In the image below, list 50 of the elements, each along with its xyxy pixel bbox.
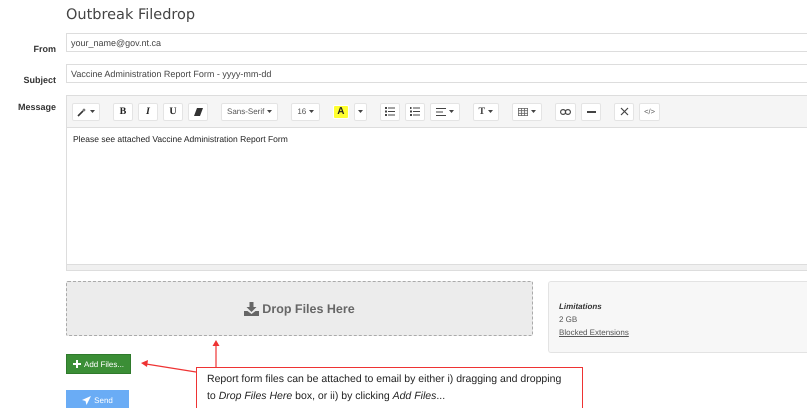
caret-icon (90, 110, 95, 113)
limitations-heading: Limitations (559, 301, 603, 313)
field-label: From (32, 44, 56, 54)
link-button[interactable] (555, 102, 576, 120)
arrow (212, 340, 220, 367)
align-dropdown[interactable] (430, 102, 460, 120)
input-field[interactable]: Vaccine Administration Report Form - yyyy-mm-dd (66, 64, 807, 83)
caret-icon (309, 110, 314, 113)
bullet-list-icon (384, 107, 394, 116)
form-title: Outbreak Filedrop (66, 7, 196, 25)
field-label: Subject (22, 74, 56, 84)
font-dropdown[interactable]: Sans-Serif (221, 102, 278, 120)
caret-icon (267, 110, 272, 113)
text-style-dropdown[interactable]: T (472, 102, 500, 120)
paper-plane-icon (82, 396, 92, 404)
color-dropdown[interactable] (354, 102, 366, 120)
bold-button[interactable]: B (113, 102, 133, 120)
wand-icon (77, 106, 87, 116)
fullscreen-button[interactable] (614, 102, 634, 120)
font-size-dropdown[interactable]: 16 (291, 102, 320, 120)
clear-format-button[interactable] (188, 102, 208, 120)
resize-handle[interactable] (67, 264, 807, 270)
bullet-list-button[interactable] (380, 102, 400, 120)
size-limit: 2 GB (559, 314, 578, 326)
add-files-button[interactable]: Add Files... (66, 354, 132, 374)
table-dropdown[interactable] (512, 102, 542, 120)
input-field[interactable]: your_name@gov.nt.ca (66, 33, 807, 52)
underline-button[interactable]: U (163, 102, 183, 120)
callout-note: Report form files can be attached to email by either i) dragging and dropping to Drop Files Here box, or ii) by clicking Add Files... (196, 367, 583, 408)
field-label: Message (16, 101, 56, 112)
message-text: Please see attached Vaccine Administration Report Form (73, 134, 288, 144)
highlight-button[interactable]: A (333, 104, 348, 118)
drop-zone[interactable]: Drop Files Here (66, 281, 533, 336)
link-icon (560, 108, 572, 114)
caret-icon (488, 110, 494, 113)
italic-button[interactable]: I (138, 102, 158, 120)
numbered-list-icon (410, 107, 420, 116)
caret-icon (448, 110, 454, 113)
caret-icon (531, 110, 536, 113)
download-icon (244, 302, 260, 316)
magic-wand-button[interactable] (72, 102, 100, 120)
arrow (141, 360, 196, 373)
eraser-icon (194, 108, 202, 116)
blocked-extensions-link[interactable]: Blocked Extensions (559, 328, 629, 337)
plus-icon (73, 360, 81, 368)
horizontal-rule-button[interactable] (581, 102, 602, 120)
caret-icon (358, 110, 362, 113)
table-icon (518, 108, 528, 116)
align-icon (436, 108, 446, 116)
numbered-list-button[interactable] (404, 102, 424, 120)
